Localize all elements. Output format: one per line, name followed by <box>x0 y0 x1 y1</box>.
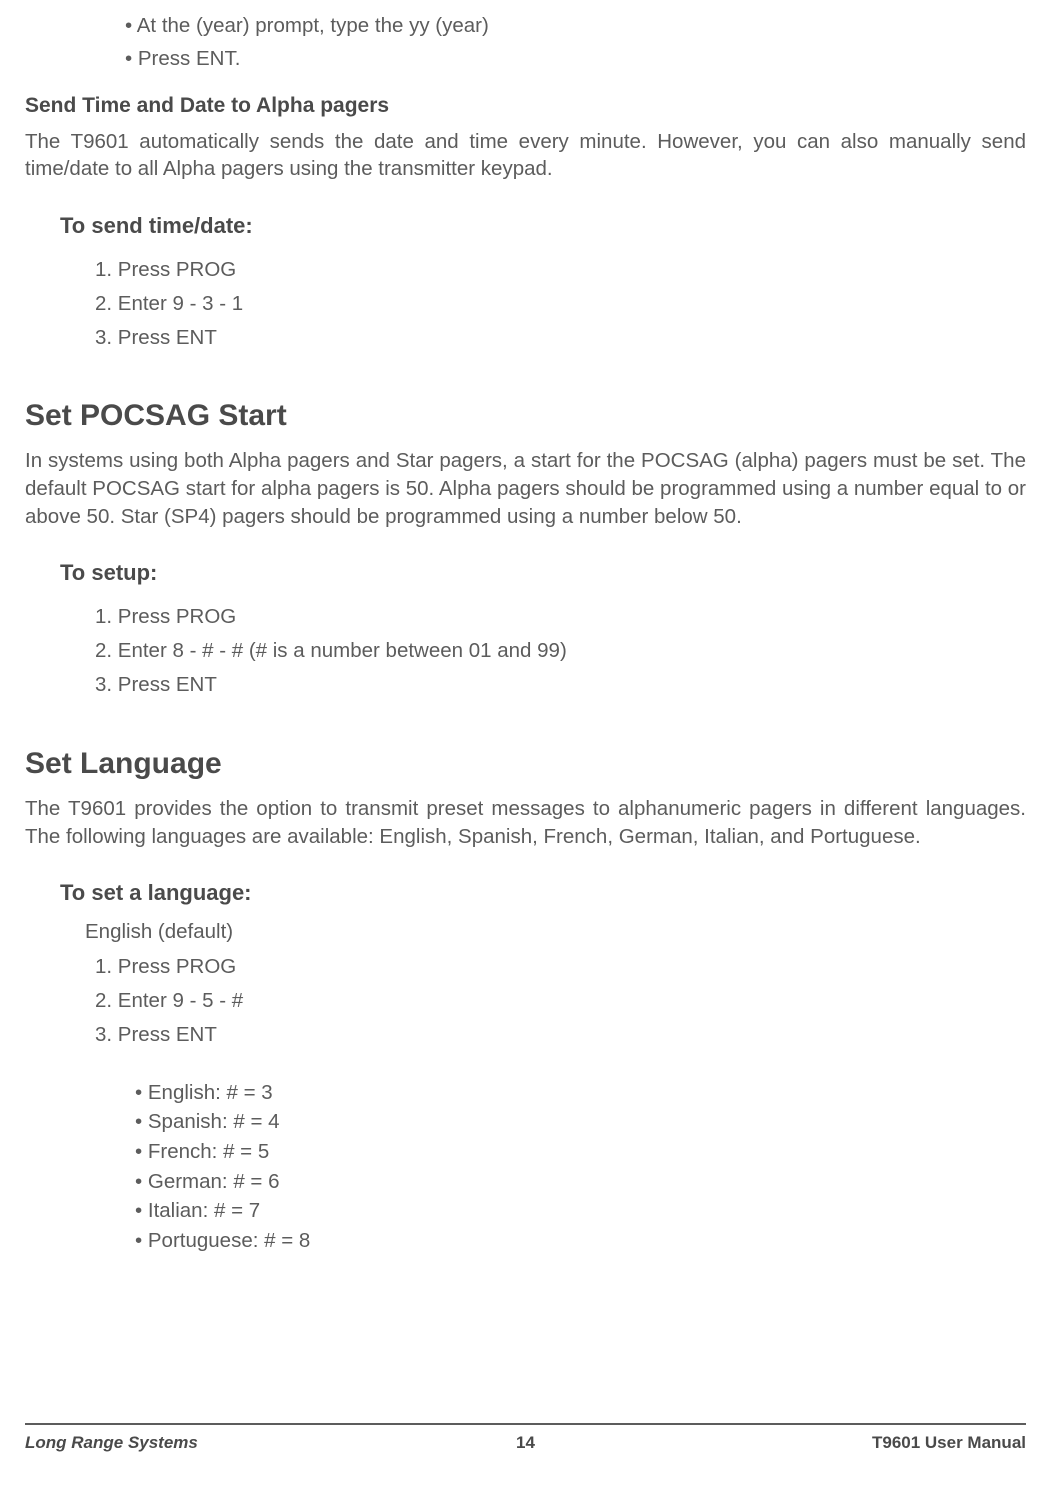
list-item: 3. Press ENT <box>95 668 1026 702</box>
list-item: 2. Enter 8 - # - # (# is a number betwee… <box>95 634 1026 668</box>
list-item: French: # = 5 <box>135 1137 1026 1167</box>
send-time-date-heading: Send Time and Date to Alpha pagers <box>25 94 1026 118</box>
footer-company: Long Range Systems <box>25 1433 198 1453</box>
send-time-date-steps: 1. Press PROG 2. Enter 9 - 3 - 1 3. Pres… <box>95 253 1026 354</box>
list-item: English: # = 3 <box>135 1078 1026 1108</box>
page-number: 14 <box>516 1433 535 1453</box>
language-steps: 1. Press PROG 2. Enter 9 - 5 - # 3. Pres… <box>95 950 1026 1051</box>
to-send-time-date-heading: To send time/date: <box>60 213 1026 239</box>
language-body: The T9601 provides the option to transmi… <box>25 795 1026 850</box>
list-item: At the (year) prompt, type the yy (year) <box>125 10 1026 43</box>
language-codes-list: English: # = 3 Spanish: # = 4 French: # … <box>135 1078 1026 1256</box>
list-item: 2. Enter 9 - 3 - 1 <box>95 287 1026 321</box>
list-item: German: # = 6 <box>135 1167 1026 1197</box>
list-item: 3. Press ENT <box>95 1018 1026 1052</box>
list-item: 2. Enter 9 - 5 - # <box>95 984 1026 1018</box>
english-default-note: English (default) <box>85 920 1026 944</box>
page-content: At the (year) prompt, type the yy (year)… <box>0 0 1051 1256</box>
list-item: 3. Press ENT <box>95 321 1026 355</box>
list-item: 1. Press PROG <box>95 600 1026 634</box>
list-item: 1. Press PROG <box>95 253 1026 287</box>
list-item: Press ENT. <box>125 43 1026 76</box>
send-time-date-body: The T9601 automatically sends the date a… <box>25 128 1026 183</box>
set-pocsag-start-title: Set POCSAG Start <box>25 399 1026 433</box>
list-item: Spanish: # = 4 <box>135 1107 1026 1137</box>
list-item: Italian: # = 7 <box>135 1196 1026 1226</box>
page-footer: Long Range Systems 14 T9601 User Manual <box>25 1423 1026 1453</box>
list-item: 1. Press PROG <box>95 950 1026 984</box>
to-setup-heading: To setup: <box>60 560 1026 586</box>
list-item: Portuguese: # = 8 <box>135 1226 1026 1256</box>
pocsag-steps: 1. Press PROG 2. Enter 8 - # - # (# is a… <box>95 600 1026 701</box>
pocsag-body: In systems using both Alpha pagers and S… <box>25 447 1026 530</box>
to-set-language-heading: To set a language: <box>60 880 1026 906</box>
set-language-title: Set Language <box>25 747 1026 781</box>
footer-manual-title: T9601 User Manual <box>872 1433 1026 1453</box>
top-bullet-list: At the (year) prompt, type the yy (year)… <box>125 10 1026 76</box>
